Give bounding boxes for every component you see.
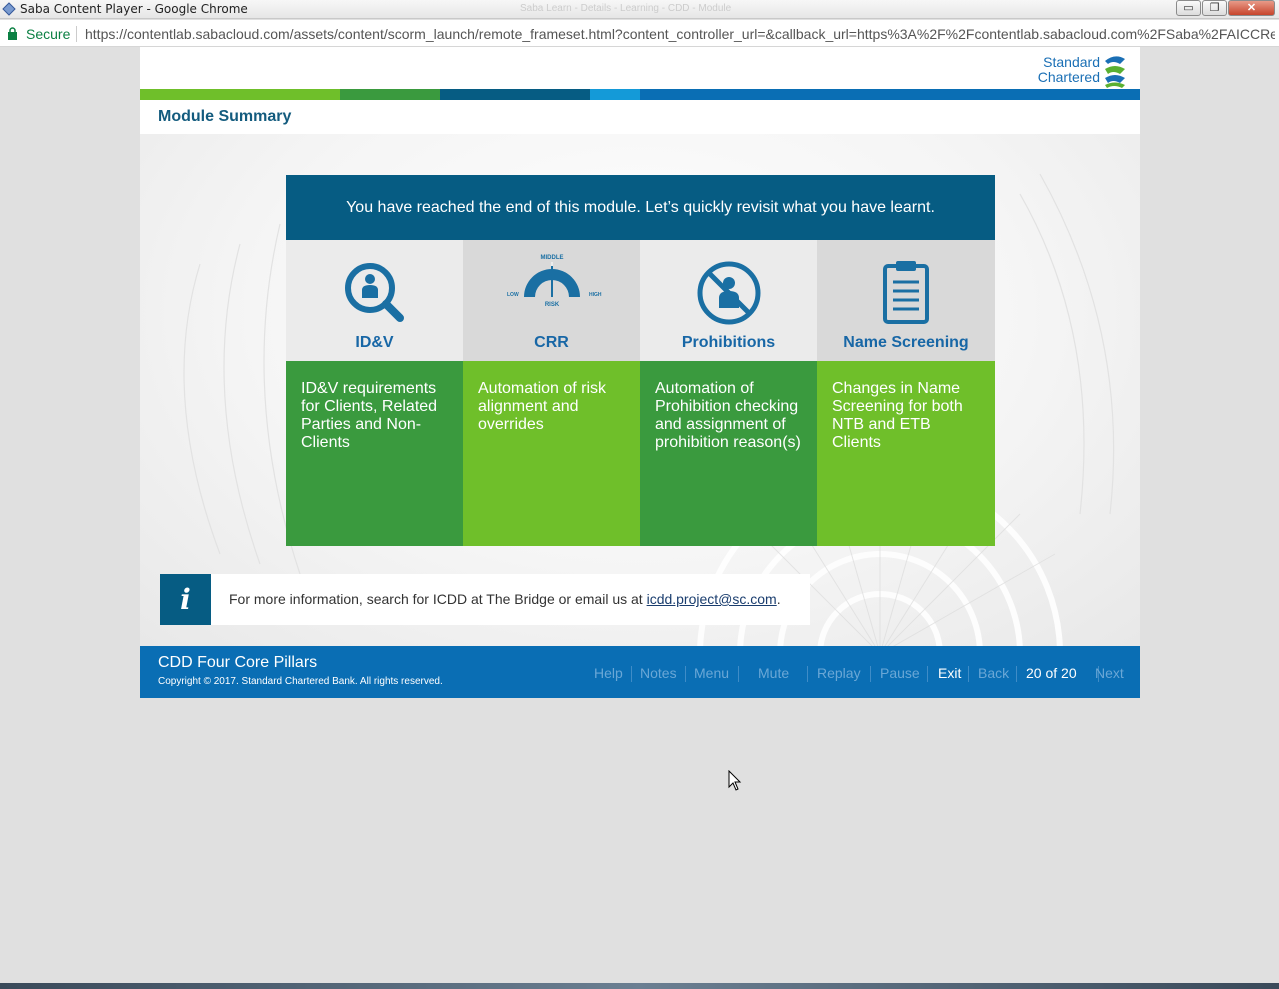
pillar-name-screening: Name Screening Changes in Name Screening… [817, 240, 995, 546]
close-button[interactable]: ✕ [1228, 0, 1275, 16]
nav-divider [738, 666, 739, 682]
pillar-crr-text: Automation of risk alignment and overrid… [463, 361, 640, 546]
chrome-icon [2, 2, 16, 16]
next-button[interactable]: Next [1095, 665, 1124, 681]
gauge-risk-label: RISK [544, 302, 559, 308]
secure-label[interactable]: Secure [26, 26, 70, 42]
pillar-crr-title: CRR [534, 334, 569, 351]
menu-button[interactable]: Menu [694, 665, 729, 681]
mouse-cursor-icon [728, 770, 742, 791]
risk-gauge-icon: MIDDLE LOW HIGH RISK [463, 255, 640, 328]
stripe-segment [440, 89, 590, 100]
nav-divider [968, 666, 969, 682]
content-player: Standard Chartered Module Summary You ha… [140, 47, 1140, 698]
clipboard-icon [817, 258, 995, 328]
os-taskbar [0, 983, 1279, 989]
pillar-prohibitions: Prohibitions Automation of Prohibition c… [640, 240, 817, 546]
address-bar: Secure https://contentlab.sabacloud.com/… [0, 20, 1279, 47]
lock-icon [8, 27, 17, 40]
prohibited-person-icon [640, 258, 817, 328]
nav-divider [927, 666, 928, 682]
pillar-crr-header: MIDDLE LOW HIGH RISK CRR [463, 240, 640, 361]
window-ghost-title: Saba Learn - Details - Learning - CDD - … [520, 3, 732, 14]
pillar-name-screening-header: Name Screening [817, 240, 995, 361]
slide-stage: You have reached the end of this module.… [140, 134, 1140, 646]
summary-banner: You have reached the end of this module.… [286, 175, 995, 240]
exit-button[interactable]: Exit [938, 665, 961, 681]
copyright-text: Copyright © 2017. Standard Chartered Ban… [158, 676, 443, 687]
stripe-segment [140, 89, 340, 100]
url-field[interactable]: https://contentlab.sabacloud.com/assets/… [85, 26, 1275, 42]
pillar-name-screening-title: Name Screening [843, 334, 969, 351]
pillar-prohibitions-text: Automation of Prohibition checking and a… [640, 361, 817, 546]
stripe-segment [590, 89, 640, 100]
pillar-idv-text: ID&V requirements for Clients, Related P… [286, 361, 463, 546]
info-suffix: . [776, 591, 781, 607]
stripe-segment [640, 89, 1140, 100]
info-box: i For more information, search for ICDD … [160, 574, 810, 625]
brand-color-stripe [140, 89, 1140, 100]
back-button[interactable]: Back [978, 665, 1009, 681]
replay-button[interactable]: Replay [817, 665, 861, 681]
nav-divider [631, 666, 632, 682]
pillar-prohibitions-header: Prohibitions [640, 240, 817, 361]
pillar-idv: ID&V ID&V requirements for Clients, Rela… [286, 240, 463, 546]
pillar-idv-header: ID&V [286, 240, 463, 361]
nav-divider [807, 666, 808, 682]
pillar-crr: MIDDLE LOW HIGH RISK CRR Automation of r… [463, 240, 640, 546]
info-message: For more information, search for ICDD at… [229, 591, 647, 607]
pillar-prohibitions-title: Prohibitions [681, 334, 776, 351]
page-counter: 20 of 20 [1026, 665, 1077, 681]
standard-chartered-logo: Standard Chartered [1032, 53, 1132, 89]
nav-divider [870, 666, 871, 682]
pillar-name-screening-text: Changes in Name Screening for both NTB a… [817, 361, 995, 546]
logo-line1: Standard [1043, 54, 1100, 70]
stripe-segment [340, 89, 440, 100]
gauge-middle-label: MIDDLE [540, 255, 563, 261]
pillar-idv-title: ID&V [355, 334, 394, 351]
info-icon: i [160, 574, 211, 625]
logo-line2: Chartered [1037, 69, 1100, 85]
pause-button[interactable]: Pause [880, 665, 920, 681]
player-footer: CDD Four Core Pillars Copyright © 2017. … [140, 646, 1140, 698]
notes-button[interactable]: Notes [640, 665, 677, 681]
window-titlebar: Saba Content Player - Google Chrome Saba… [0, 0, 1279, 19]
nav-divider [1016, 666, 1017, 682]
info-text: For more information, search for ICDD at… [229, 591, 781, 607]
page-title: Module Summary [158, 108, 292, 125]
magnifier-person-icon [286, 258, 463, 328]
address-separator [76, 26, 77, 42]
logo-text: Standard Chartered [1032, 55, 1100, 85]
minimize-button[interactable]: ▭ [1176, 0, 1201, 16]
mute-button[interactable]: Mute [758, 665, 789, 681]
summary-card: You have reached the end of this module.… [286, 175, 995, 546]
email-link[interactable]: icdd.project@sc.com [647, 591, 777, 607]
nav-divider [685, 666, 686, 682]
window-title: Saba Content Player - Google Chrome [20, 2, 248, 16]
course-title: CDD Four Core Pillars [158, 654, 318, 671]
help-button[interactable]: Help [594, 665, 623, 681]
gauge-high-label: HIGH [589, 292, 602, 298]
standard-chartered-mark-icon [1105, 56, 1125, 88]
gauge-low-label: LOW [507, 292, 519, 298]
maximize-button[interactable]: ❐ [1202, 0, 1227, 16]
